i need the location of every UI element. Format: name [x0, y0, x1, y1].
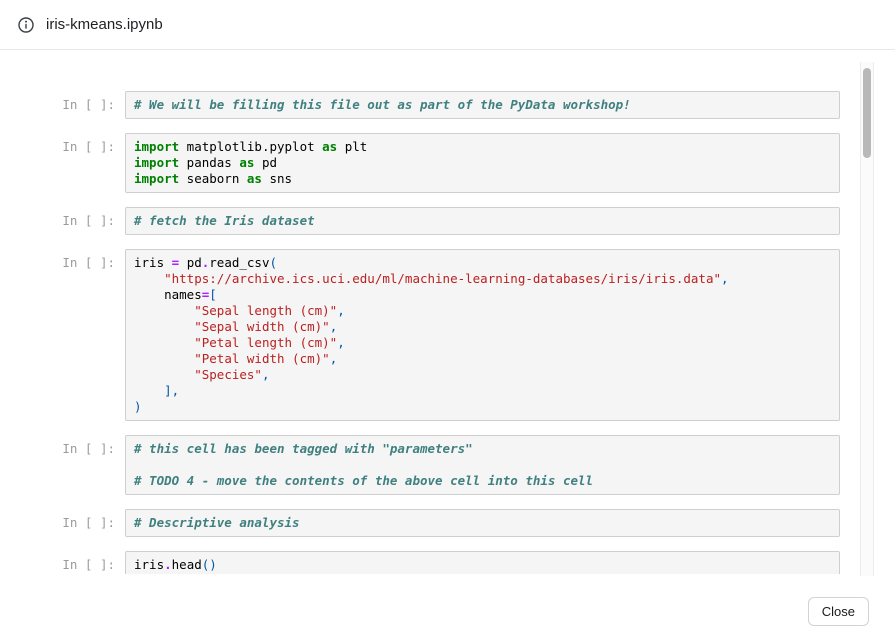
cell-prompt: In [ ]: [57, 509, 115, 531]
code-line: # TODO 4 - move the contents of the abov… [134, 473, 831, 489]
close-button[interactable]: Close [808, 597, 869, 626]
cell-prompt: In [ ]: [57, 91, 115, 113]
code-cell: # this cell has been tagged with "parame… [125, 435, 840, 495]
code-line [134, 457, 831, 473]
cell-prompt: In [ ]: [57, 207, 115, 229]
code-line: import matplotlib.pyplot as plt [134, 139, 831, 155]
code-line: "https://archive.ics.uci.edu/ml/machine-… [134, 271, 831, 287]
code-line: import seaborn as sns [134, 171, 831, 187]
notebook-scroll-area[interactable]: In [ ]: # We will be filling this file ou… [0, 51, 840, 574]
code-cell: iris.head() [125, 551, 840, 574]
cell-prompt: In [ ]: [57, 551, 115, 573]
code-line: # Descriptive analysis [134, 515, 831, 531]
notebook-cell: In [ ]: iris = pd.read_csv( "https://arch… [57, 249, 840, 421]
file-title: iris-kmeans.ipynb [46, 16, 163, 33]
cell-prompt: In [ ]: [57, 133, 115, 155]
cell-prompt: In [ ]: [57, 435, 115, 457]
notebook-cell: In [ ]: # this cell has been tagged with … [57, 435, 840, 495]
notebook-cell: In [ ]: iris.head() [57, 551, 840, 574]
code-line: iris = pd.read_csv( [134, 255, 831, 271]
cell-prompt: In [ ]: [57, 249, 115, 271]
code-cell: iris = pd.read_csv( "https://archive.ics… [125, 249, 840, 421]
code-line: "Petal width (cm)", [134, 351, 831, 367]
code-line: ], [134, 383, 831, 399]
info-icon [18, 17, 34, 33]
modal-header: iris-kmeans.ipynb [0, 0, 895, 50]
code-cell: # fetch the Iris dataset [125, 207, 840, 235]
code-cell: import matplotlib.pyplot as pltimport pa… [125, 133, 840, 193]
code-cell: # Descriptive analysis [125, 509, 840, 537]
code-line: ) [134, 399, 831, 415]
code-cell: # We will be filling this file out as pa… [125, 91, 840, 119]
notebook-cell: In [ ]: # fetch the Iris dataset [57, 207, 840, 235]
code-line: import pandas as pd [134, 155, 831, 171]
code-line: "Petal length (cm)", [134, 335, 831, 351]
notebook-preview-modal: { "header": { "title": "iris-kmeans.ipyn… [0, 0, 895, 643]
code-line: "Sepal width (cm)", [134, 319, 831, 335]
code-line: # We will be filling this file out as pa… [134, 97, 831, 113]
scrollbar-thumb[interactable] [863, 68, 871, 158]
code-line: "Species", [134, 367, 831, 383]
code-line: names=[ [134, 287, 831, 303]
code-line: # fetch the Iris dataset [134, 213, 831, 229]
code-line: iris.head() [134, 557, 831, 573]
scrollbar-track[interactable] [860, 62, 874, 576]
code-line: "Sepal length (cm)", [134, 303, 831, 319]
notebook-cell: In [ ]:import matplotlib.pyplot as pltim… [57, 133, 840, 193]
code-line: # this cell has been tagged with "parame… [134, 441, 831, 457]
notebook-cell: In [ ]: # Descriptive analysis [57, 509, 840, 537]
notebook-cell: In [ ]: # We will be filling this file ou… [57, 91, 840, 119]
